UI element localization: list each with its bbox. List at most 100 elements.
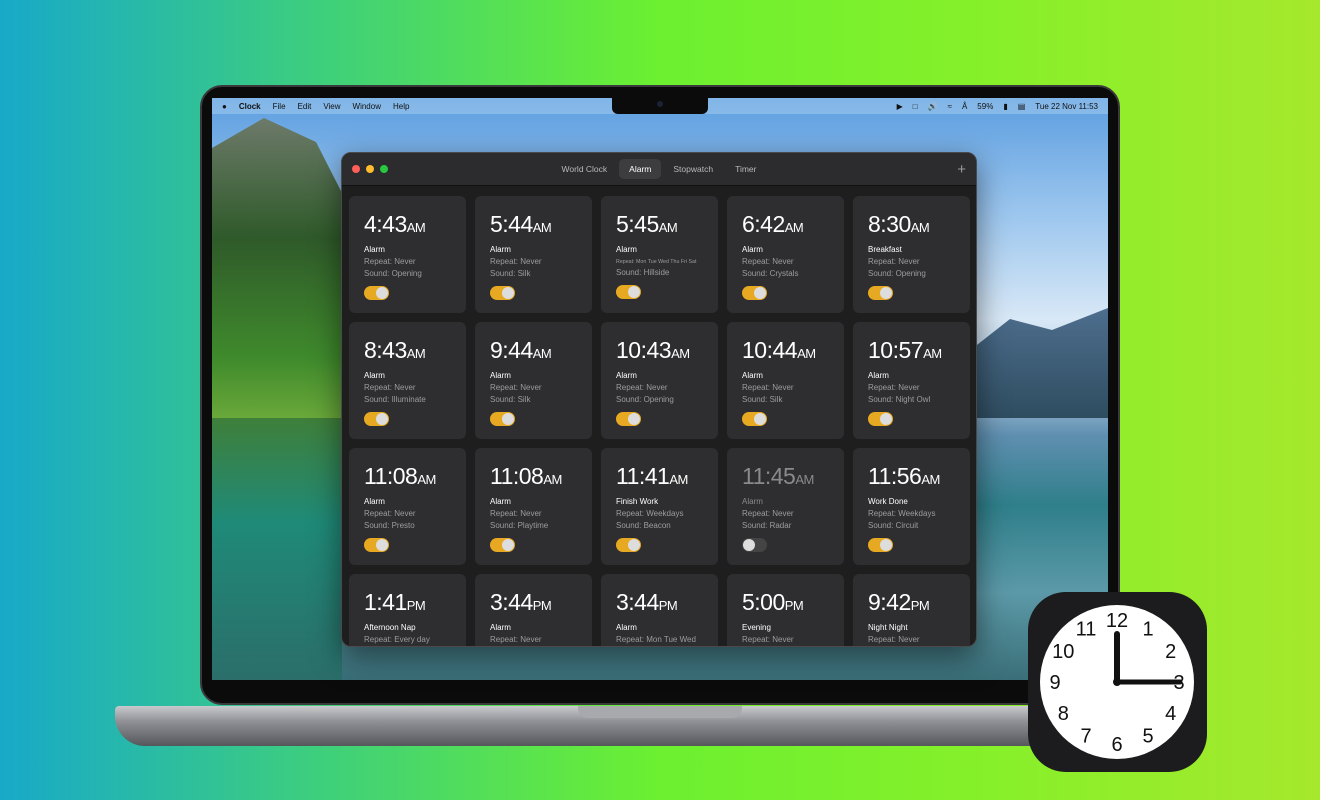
alarm-toggle[interactable] [742,538,767,552]
alarm-sound: Sound: Playtime [490,521,549,530]
alarm-time: 1:41PM [364,589,426,615]
tab-timer[interactable]: Timer [725,159,766,179]
menu-help[interactable]: Help [393,102,409,111]
alarm-time: 3:44PM [616,589,678,615]
alarm-card[interactable]: 11:45AM Alarm Repeat: Never Sound: Radar [727,448,844,565]
tab-world-clock[interactable]: World Clock [552,159,618,179]
minimize-button[interactable] [366,165,374,173]
alarm-label: Alarm [616,371,637,380]
alarm-toggle[interactable] [742,286,767,300]
alarm-label: Alarm [742,245,763,254]
menu-datetime[interactable]: Tue 22 Nov 11:53 [1035,102,1098,111]
alarm-toggle[interactable] [868,412,893,426]
clock-app-icon: 121234567891011 [1028,592,1207,772]
alarm-time: 8:30AM [868,211,930,237]
alarm-card[interactable]: 3:44PM Alarm Repeat: Never [475,574,592,646]
alarm-sound: Sound: Circuit [868,521,919,530]
plus-icon[interactable]: + [957,161,966,178]
alarm-sound: Sound: Silk [490,395,531,404]
alarm-time: 4:43AM [364,211,426,237]
alarm-sound: Sound: Illuminate [364,395,426,404]
alarm-sound: Sound: Silk [490,269,531,278]
menu-file[interactable]: File [273,102,286,111]
alarm-repeat: Repeat: Never [742,383,794,392]
display-icon[interactable]: □ [913,102,918,111]
tab-stopwatch[interactable]: Stopwatch [663,159,723,179]
menu-edit[interactable]: Edit [298,102,312,111]
alarm-toggle[interactable] [490,286,515,300]
alarm-repeat: Repeat: Never [364,257,416,266]
alarm-toggle[interactable] [616,285,641,299]
clock-number: 12 [1106,610,1128,632]
alarm-sound: Sound: Hillside [616,268,670,277]
alarm-toggle[interactable] [616,412,641,426]
alarm-label: Alarm [490,497,511,506]
alarm-label: Alarm [742,371,763,380]
alarm-toggle[interactable] [364,286,389,300]
bluetooth-icon[interactable]: Å [962,102,967,111]
alarm-label: Work Done [868,497,908,506]
menu-app-name[interactable]: Clock [239,102,261,111]
alarm-sound: Sound: Night Owl [868,395,931,404]
clock-number: 11 [1076,618,1097,640]
alarm-card[interactable]: 9:44AM Alarm Repeat: Never Sound: Silk [475,322,592,439]
battery-icon[interactable]: ▮ [1003,102,1007,111]
alarm-label: Breakfast [868,245,902,254]
alarm-time: 5:45AM [616,211,678,237]
alarm-card[interactable]: 5:00PM Evening Repeat: Never [727,574,844,646]
apple-icon[interactable]: ● [222,102,227,111]
alarm-toggle[interactable] [364,412,389,426]
play-icon[interactable]: ▶ [897,102,903,111]
alarm-label: Alarm [616,245,637,254]
tab-bar: World Clock Alarm Stopwatch Timer [552,159,767,179]
alarm-sound: Sound: Opening [868,269,926,278]
menu-view[interactable]: View [323,102,340,111]
alarm-label: Alarm [490,623,511,632]
alarm-card[interactable]: 10:57AM Alarm Repeat: Never Sound: Night… [853,322,970,439]
alarm-toggle[interactable] [490,538,515,552]
close-button[interactable] [352,165,360,173]
alarm-label: Alarm [364,245,385,254]
alarm-repeat: Repeat: Never [490,257,542,266]
alarm-card[interactable]: 5:45AM Alarm Repeat: Mon Tue Wed Thu Fri… [601,196,718,313]
alarm-repeat: Repeat: Never [490,635,542,644]
alarm-toggle[interactable] [490,412,515,426]
alarm-card[interactable]: 8:43AM Alarm Repeat: Never Sound: Illumi… [349,322,466,439]
alarm-card[interactable]: 3:44PM Alarm Repeat: Mon Tue Wed [601,574,718,646]
alarm-card[interactable]: 4:43AM Alarm Repeat: Never Sound: Openin… [349,196,466,313]
control-center-icon[interactable]: ▤ [1018,102,1026,111]
alarm-toggle[interactable] [868,538,893,552]
clock-number: 4 [1165,703,1176,725]
tab-alarm[interactable]: Alarm [619,159,662,179]
alarm-card[interactable]: 9:42PM Night Night Repeat: Never [853,574,970,646]
alarm-card[interactable]: 11:08AM Alarm Repeat: Never Sound: Prest… [349,448,466,565]
alarm-repeat: Repeat: Never [364,383,416,392]
alarm-time: 10:57AM [868,337,942,363]
alarm-repeat: Repeat: Never [616,383,668,392]
alarm-card[interactable]: 5:44AM Alarm Repeat: Never Sound: Silk [475,196,592,313]
clock-center [1113,678,1121,686]
alarm-toggle[interactable] [364,538,389,552]
alarm-card[interactable]: 10:43AM Alarm Repeat: Never Sound: Openi… [601,322,718,439]
alarm-repeat: Repeat: Never [364,509,416,518]
alarm-repeat: Repeat: Never [742,257,794,266]
camera-icon [657,101,663,107]
alarm-card[interactable]: 8:30AM Breakfast Repeat: Never Sound: Op… [853,196,970,313]
alarm-toggle[interactable] [742,412,767,426]
menu-window[interactable]: Window [353,102,381,111]
wifi-icon[interactable]: ≈ [948,102,952,111]
alarm-card[interactable]: 11:56AM Work Done Repeat: Weekdays Sound… [853,448,970,565]
alarm-toggle[interactable] [616,538,641,552]
alarm-card[interactable]: 11:08AM Alarm Repeat: Never Sound: Playt… [475,448,592,565]
volume-icon[interactable]: 🔊 [928,102,938,111]
alarm-toggle[interactable] [868,286,893,300]
alarm-card[interactable]: 11:41AM Finish Work Repeat: Weekdays Sou… [601,448,718,565]
zoom-button[interactable] [380,165,388,173]
clock-number: 10 [1052,641,1074,663]
alarm-label: Alarm [364,371,385,380]
alarm-repeat: Repeat: Mon Tue Wed [616,635,696,644]
alarm-card[interactable]: 10:44AM Alarm Repeat: Never Sound: Silk [727,322,844,439]
alarm-card[interactable]: 6:42AM Alarm Repeat: Never Sound: Crysta… [727,196,844,313]
battery-percent[interactable]: 59% [977,102,993,111]
alarm-card[interactable]: 1:41PM Afternoon Nap Repeat: Every day [349,574,466,646]
